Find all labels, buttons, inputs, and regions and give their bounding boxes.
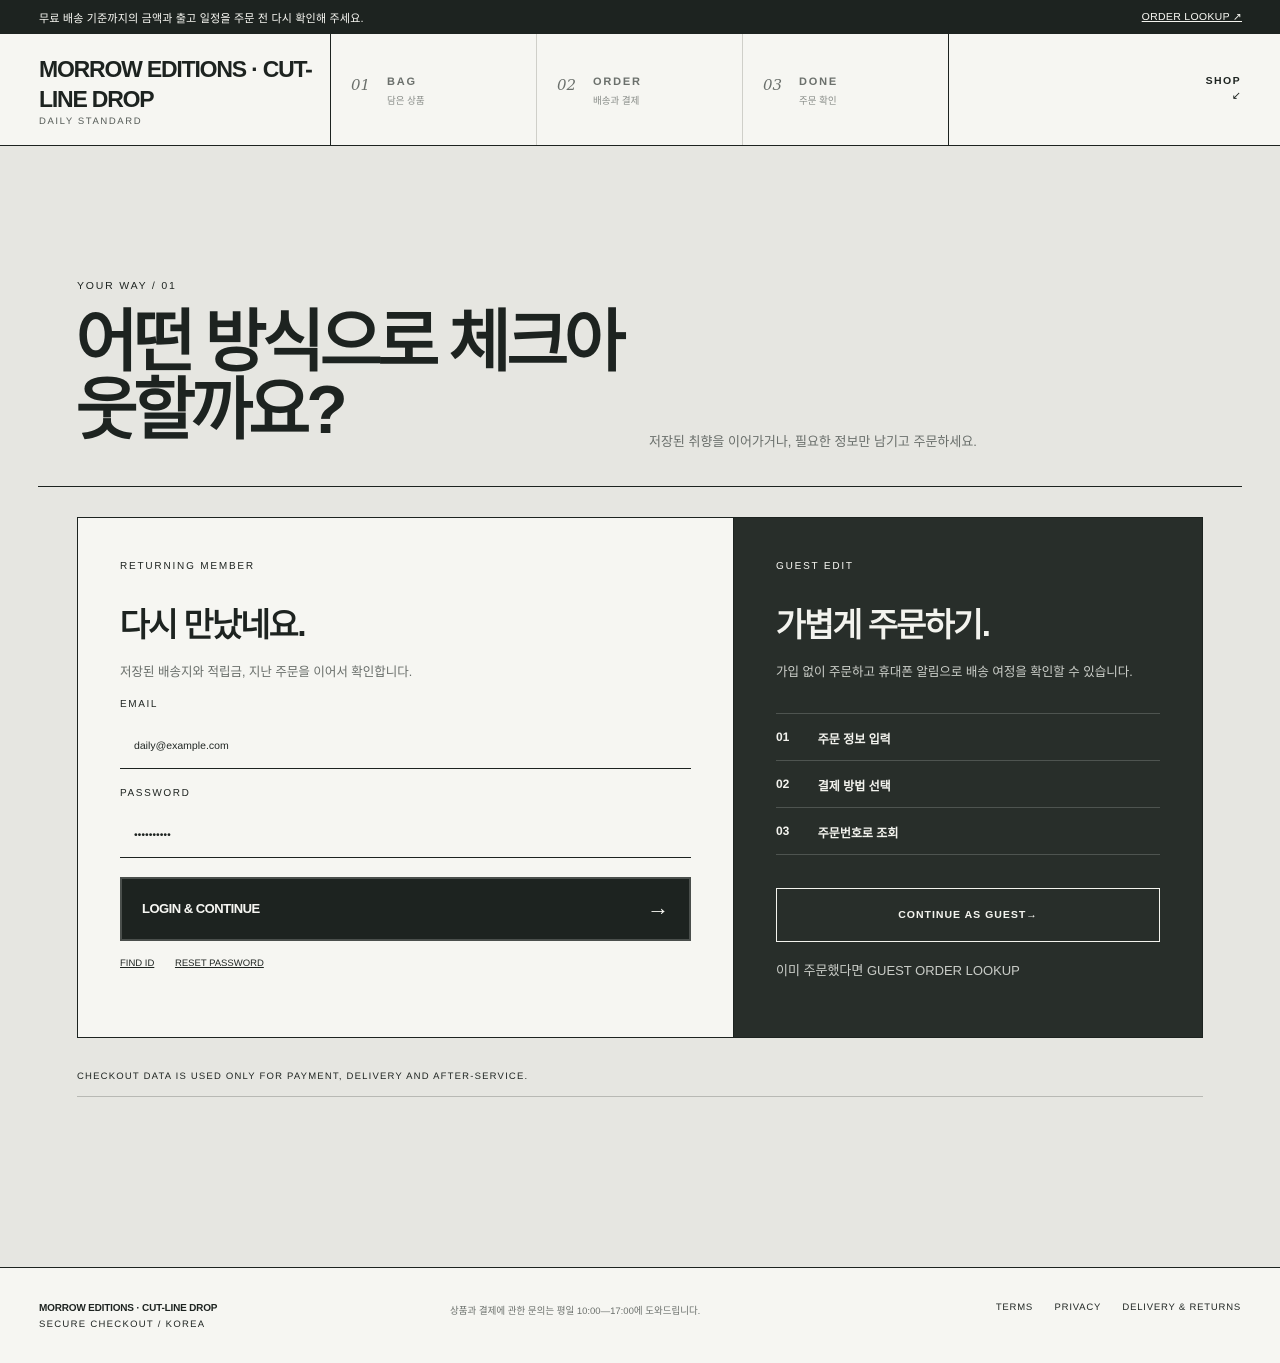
divider xyxy=(38,486,1242,487)
step-number: 03 xyxy=(763,76,783,94)
password-field[interactable] xyxy=(120,812,691,857)
step-number: 01 xyxy=(351,76,371,94)
step-number: 02 xyxy=(557,76,577,94)
guest-step-number: 02 xyxy=(776,777,790,791)
guest-order-lookup-link[interactable]: 이미 주문했다면 GUEST ORDER LOOKUP xyxy=(776,960,1020,979)
brand-name: MORROW EDITIONS · CUT-LINE DROP xyxy=(39,56,313,112)
delivery-returns-link[interactable]: DELIVERY & RETURNS xyxy=(1122,1302,1241,1313)
list-item: 02 결제 방법 선택 xyxy=(776,761,1160,808)
panel-title: 가볍게 주문하기. xyxy=(776,606,991,643)
footer-links: TERMS PRIVACY DELIVERY & RETURNS xyxy=(978,1302,1241,1313)
arrow-down-left-icon: ↙ xyxy=(1231,90,1241,102)
step-subtitle: 배송과 결제 xyxy=(593,96,640,107)
step-title: DONE xyxy=(799,76,838,88)
checkout-step-order[interactable]: 02 ORDER 배송과 결제 xyxy=(537,34,743,145)
account-links: FIND ID RESET PASSWORD xyxy=(120,958,282,969)
data-usage-notice: CHECKOUT DATA IS USED ONLY FOR PAYMENT, … xyxy=(77,1071,529,1082)
list-item: 03 주문번호로 조회 xyxy=(776,808,1160,855)
order-lookup-link[interactable]: ORDER LOOKUP ↗ xyxy=(1142,11,1242,23)
page-title: 어떤 방식으로 체크아웃할까요? xyxy=(76,304,627,448)
divider xyxy=(77,1096,1203,1097)
step-subtitle: 주문 확인 xyxy=(799,96,837,107)
shop-link[interactable]: SHOP ↙ xyxy=(1206,75,1241,102)
site-header: MORROW EDITIONS · CUT-LINE DROP DAILY ST… xyxy=(0,34,1280,146)
step-title: ORDER xyxy=(593,76,642,88)
continue-as-guest-button[interactable]: CONTINUE AS GUEST→ xyxy=(776,888,1160,942)
guest-button-label: CONTINUE AS GUEST→ xyxy=(898,909,1038,921)
panel-eyebrow: RETURNING MEMBER xyxy=(120,561,255,572)
announcement-message: 무료 배송 기준까지의 금액과 출고 일정을 주문 전 다시 확인해 주세요. xyxy=(39,13,364,25)
member-login-panel: RETURNING MEMBER 다시 만났네요. 저장된 배송지와 적립금, … xyxy=(77,517,734,1038)
guest-steps-list: 01 주문 정보 입력 02 결제 방법 선택 03 주문번호로 조회 xyxy=(776,713,1160,855)
footer-note: 상품과 결제에 관한 문의는 평일 10:00—17:00에 도와드립니다. xyxy=(450,1306,701,1317)
terms-link[interactable]: TERMS xyxy=(996,1302,1033,1313)
brand-tagline: DAILY STANDARD xyxy=(39,116,143,127)
email-label: EMAIL xyxy=(120,699,159,710)
checkout-step-bag[interactable]: 01 BAG 담은 상품 xyxy=(331,34,537,145)
panel-eyebrow: GUEST EDIT xyxy=(776,561,854,572)
password-label: PASSWORD xyxy=(120,788,191,799)
step-subtitle: 담은 상품 xyxy=(387,96,425,107)
panel-title: 다시 만났네요. xyxy=(120,606,306,643)
brand-block[interactable]: MORROW EDITIONS · CUT-LINE DROP DAILY ST… xyxy=(0,34,331,145)
panel-description: 저장된 배송지와 적립금, 지난 주문을 이어서 확인합니다. xyxy=(120,665,413,679)
email-field[interactable] xyxy=(120,723,691,768)
find-id-link[interactable]: FIND ID xyxy=(120,958,154,969)
shop-label: SHOP xyxy=(1205,75,1241,87)
guest-step-text: 주문 정보 입력 xyxy=(818,732,891,746)
reset-password-link[interactable]: RESET PASSWORD xyxy=(175,958,264,969)
hero-lead: 저장된 취향을 이어가거나, 필요한 정보만 남기고 주문하세요. xyxy=(649,434,977,449)
announcement-bar: 무료 배송 기준까지의 금액과 출고 일정을 주문 전 다시 확인해 주세요. … xyxy=(0,0,1280,34)
guest-step-text: 결제 방법 선택 xyxy=(818,779,891,793)
guest-step-number: 01 xyxy=(776,730,790,744)
guest-step-text: 주문번호로 조회 xyxy=(818,826,899,840)
site-footer: MORROW EDITIONS · CUT-LINE DROP SECURE C… xyxy=(0,1267,1280,1363)
panel-description: 가입 없이 주문하고 휴대폰 알림으로 배송 여정을 확인할 수 있습니다. xyxy=(776,665,1133,679)
guest-checkout-panel: GUEST EDIT 가볍게 주문하기. 가입 없이 주문하고 휴대폰 알림으로… xyxy=(733,517,1203,1038)
login-continue-button[interactable]: LOGIN & CONTINUE → xyxy=(120,877,691,941)
privacy-link[interactable]: PRIVACY xyxy=(1055,1302,1101,1313)
footer-subtitle: SECURE CHECKOUT / KOREA xyxy=(39,1319,206,1330)
hero-eyebrow: YOUR WAY / 01 xyxy=(77,280,177,292)
email-field-wrapper xyxy=(120,723,691,769)
arrow-right-icon: → xyxy=(647,895,669,920)
list-item: 01 주문 정보 입력 xyxy=(776,714,1160,761)
login-button-label: LOGIN & CONTINUE xyxy=(142,901,260,916)
guest-step-number: 03 xyxy=(776,824,790,838)
password-field-wrapper xyxy=(120,812,691,858)
footer-brand: MORROW EDITIONS · CUT-LINE DROP xyxy=(39,1303,218,1314)
step-title: BAG xyxy=(387,76,417,88)
checkout-step-done[interactable]: 03 DONE 주문 확인 xyxy=(743,34,949,145)
